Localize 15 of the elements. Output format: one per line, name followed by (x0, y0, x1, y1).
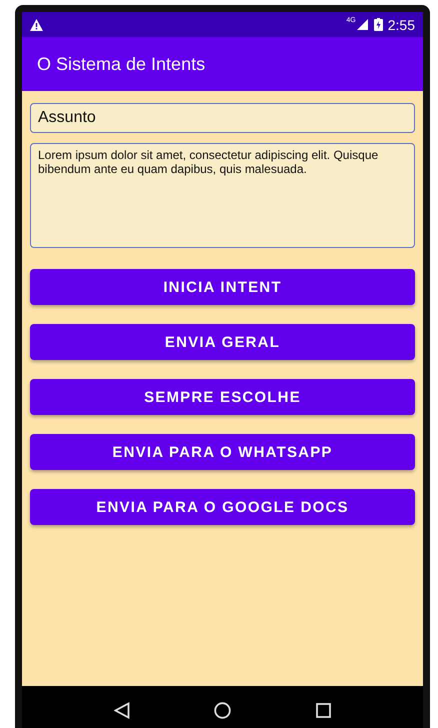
action-button[interactable]: ENVIA PARA O WHATSAPP (30, 434, 415, 470)
clock: 2:55 (388, 16, 415, 32)
app-title: O Sistema de Intents (37, 54, 206, 74)
home-icon[interactable] (214, 702, 232, 719)
battery-charging-icon (374, 18, 383, 31)
action-button[interactable]: ENVIA GERAL (30, 324, 415, 360)
action-button[interactable]: ENVIA PARA O GOOGLE DOCS (30, 489, 415, 525)
signal-icon (356, 19, 368, 30)
warning-icon (30, 18, 43, 30)
recents-icon[interactable] (316, 703, 331, 718)
action-button[interactable]: SEMPRE ESCOLHE (30, 379, 415, 415)
back-icon[interactable] (114, 702, 130, 719)
subject-field[interactable]: Assunto (30, 103, 415, 133)
action-button[interactable]: INICIA INTENT (30, 269, 415, 305)
message-field[interactable]: Lorem ipsum dolor sit amet, consectetur adipiscing elit. Quisque bibendum ante eu quam dapibus, quis malesuada. (30, 143, 415, 248)
